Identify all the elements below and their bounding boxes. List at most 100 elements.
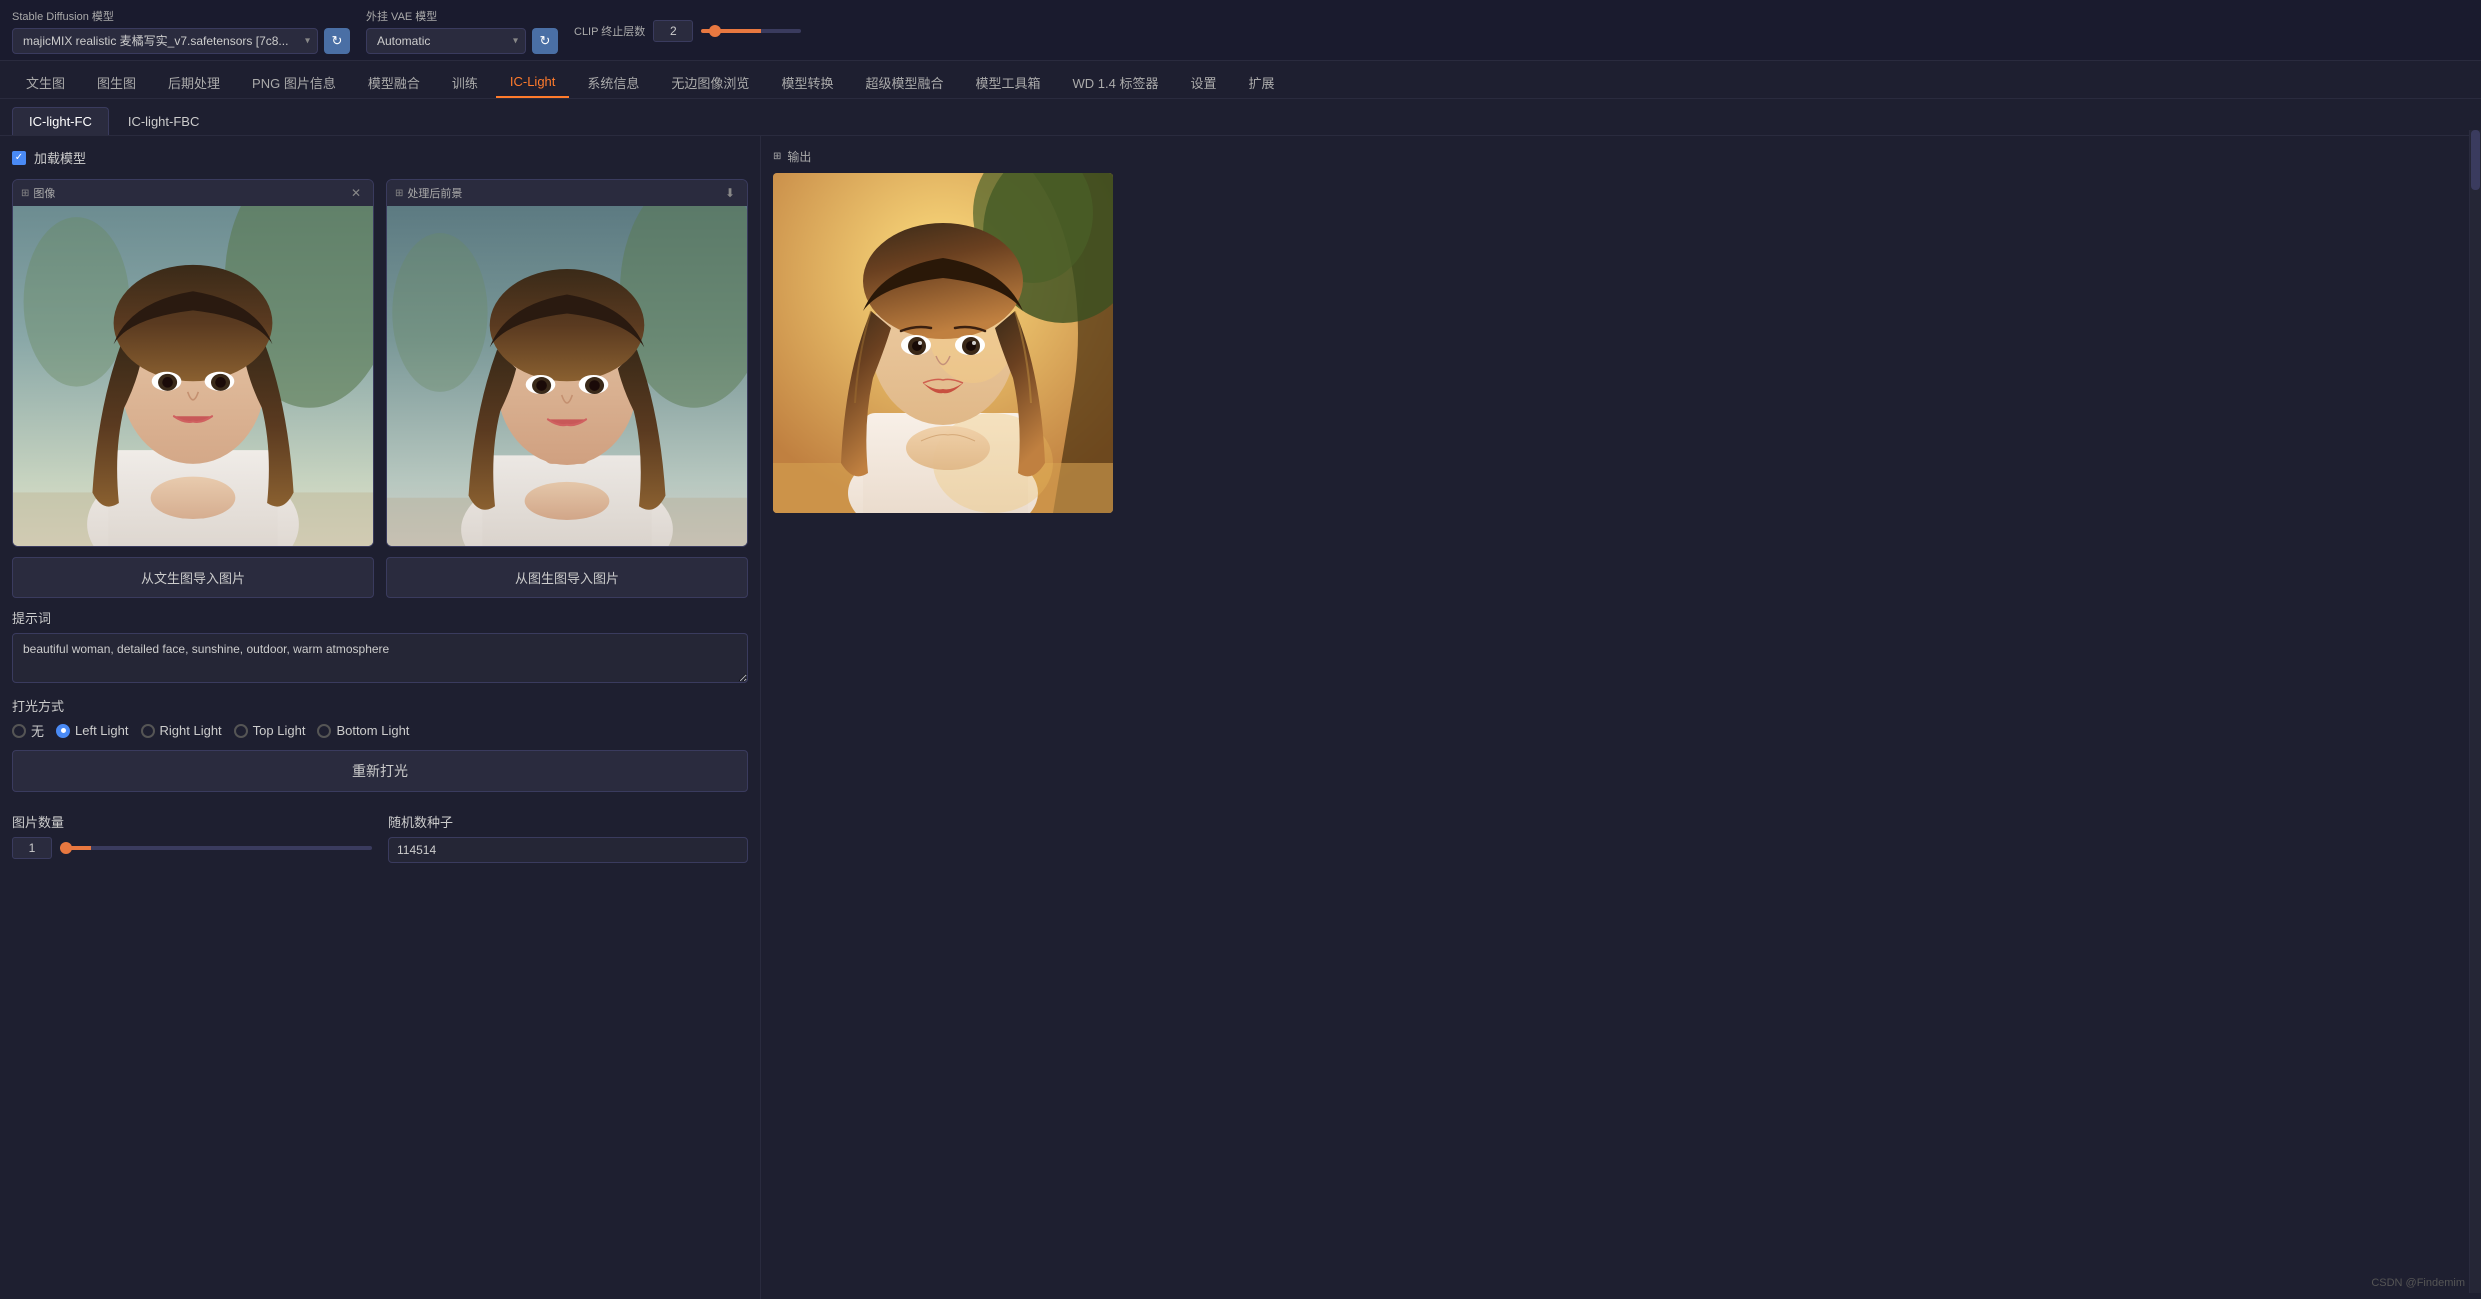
radio-label-bottom: Bottom Light [336, 723, 409, 738]
sd-refresh-btn[interactable]: ↻ [324, 28, 350, 54]
image-panel-2-header: ⊞ 处理后前景 ⬇ [387, 180, 747, 206]
tab-toolkit[interactable]: 模型工具箱 [961, 67, 1054, 98]
radio-right[interactable]: Right Light [141, 723, 222, 738]
scroll-thumb[interactable] [2471, 130, 2480, 190]
right-panel: ⊞ 输出 [760, 136, 2481, 1299]
radio-circle-none [12, 724, 26, 738]
tab-train[interactable]: 训练 [438, 67, 492, 98]
tab-extras[interactable]: 后期处理 [154, 67, 234, 98]
refresh-icon: ↻ [332, 33, 343, 49]
top-bar: Stable Diffusion 模型 majicMIX realistic 麦… [0, 0, 2481, 61]
count-value-input[interactable] [12, 837, 52, 859]
tab-settings[interactable]: 设置 [1176, 67, 1230, 98]
tab-merge[interactable]: 模型融合 [354, 67, 434, 98]
sd-model-label: Stable Diffusion 模型 [12, 8, 350, 24]
load-model-row: ✓ 加载模型 [12, 148, 748, 167]
subtab-fc[interactable]: IC-light-FC [12, 107, 109, 135]
tab-extensions[interactable]: 扩展 [1234, 67, 1288, 98]
clip-slider[interactable] [701, 29, 801, 33]
lighting-row: 无 Left Light Right Light Top Light Botto… [12, 721, 748, 740]
radio-circle-right [141, 724, 155, 738]
vae-model-select[interactable]: Automatic [366, 28, 526, 54]
panel1-resize-icon: ⊞ [21, 188, 29, 199]
radio-label-left: Left Light [75, 723, 129, 738]
image-area-2[interactable] [387, 206, 747, 546]
panel1-label: 图像 [33, 185, 55, 201]
tab-iclight[interactable]: IC-Light [496, 67, 570, 98]
radio-label-none: 无 [31, 721, 44, 740]
clip-section: CLIP 终止层数 [574, 20, 801, 42]
portrait-2 [387, 206, 747, 546]
watermark: CSDN @Findemim [2371, 1277, 2465, 1289]
prompt-label: 提示词 [12, 608, 748, 627]
sd-model-select[interactable]: majicMIX realistic 麦橘写实_v7.safetensors [… [12, 28, 318, 54]
radio-label-right: Right Light [160, 723, 222, 738]
radio-label-top: Top Light [253, 723, 306, 738]
vae-model-section: 外挂 VAE 模型 Automatic ↻ [366, 8, 558, 54]
prompt-textarea[interactable] [12, 633, 748, 683]
image-area-1[interactable] [13, 206, 373, 546]
radio-circle-left [56, 724, 70, 738]
image-panel-1-header: ⊞ 图像 ✕ [13, 180, 373, 206]
count-seed-row: 图片数量 随机数种子 [12, 802, 748, 863]
radio-left[interactable]: Left Light [56, 723, 129, 738]
panel1-header-left: ⊞ 图像 [21, 185, 55, 201]
tab-supermerge[interactable]: 超级模型融合 [851, 67, 957, 98]
clip-value-input[interactable] [653, 20, 693, 42]
portrait-svg-2 [387, 206, 747, 546]
image-panel-2: ⊞ 处理后前景 ⬇ [386, 179, 748, 547]
vae-model-row: Automatic ↻ [366, 28, 558, 54]
sd-model-select-wrapper: majicMIX realistic 麦橘写实_v7.safetensors [… [12, 28, 318, 54]
seed-input[interactable] [388, 837, 748, 863]
radio-circle-bottom [317, 724, 331, 738]
sd-model-section: Stable Diffusion 模型 majicMIX realistic 麦… [12, 8, 350, 54]
woman-image-1 [13, 206, 373, 546]
image-panel-1: ⊞ 图像 ✕ [12, 179, 374, 547]
seed-section: 随机数种子 [388, 802, 748, 863]
import-from-img2img-btn[interactable]: 从图生图导入图片 [386, 557, 748, 598]
scroll-track[interactable] [2469, 130, 2481, 1293]
import-from-txt2img-btn[interactable]: 从文生图导入图片 [12, 557, 374, 598]
tab-txt2img[interactable]: 文生图 [12, 67, 79, 98]
count-label: 图片数量 [12, 812, 372, 831]
relight-btn[interactable]: 重新打光 [12, 750, 748, 792]
radio-bottom[interactable]: Bottom Light [317, 723, 409, 738]
panel2-download-btn[interactable]: ⬇ [721, 184, 739, 202]
tab-pnginfo[interactable]: PNG 图片信息 [238, 67, 350, 98]
panel2-label: 处理后前景 [407, 185, 462, 201]
count-slider-row [12, 837, 372, 859]
tab-sysinfo[interactable]: 系统信息 [573, 67, 653, 98]
output-icon: ⊞ [773, 151, 781, 162]
left-panel: ✓ 加载模型 ⊞ 图像 ✕ [0, 136, 760, 1299]
tab-img2img[interactable]: 图生图 [83, 67, 150, 98]
lighting-label: 打光方式 [12, 696, 748, 715]
load-model-checkbox[interactable]: ✓ [12, 151, 26, 165]
output-image-container [773, 173, 1113, 513]
radio-none[interactable]: 无 [12, 721, 44, 740]
subtab-fbc[interactable]: IC-light-FBC [111, 107, 217, 135]
nav-tabs: 文生图 图生图 后期处理 PNG 图片信息 模型融合 训练 IC-Light 系… [0, 61, 2481, 99]
tab-browser[interactable]: 无边图像浏览 [657, 67, 763, 98]
panel1-close-btn[interactable]: ✕ [347, 184, 365, 202]
tab-convert[interactable]: 模型转换 [767, 67, 847, 98]
radio-circle-top [234, 724, 248, 738]
output-label: 输出 [787, 148, 811, 165]
portrait-svg-1 [13, 206, 373, 546]
tab-wd14[interactable]: WD 1.4 标签器 [1058, 67, 1172, 98]
count-slider[interactable] [60, 846, 372, 850]
sd-model-row: majicMIX realistic 麦橘写实_v7.safetensors [… [12, 28, 350, 54]
output-image [773, 173, 1113, 513]
vae-refresh-btn[interactable]: ↻ [532, 28, 558, 54]
panel2-resize-icon: ⊞ [395, 188, 403, 199]
woman-image-2 [387, 206, 747, 546]
refresh-icon-2: ↻ [540, 33, 551, 49]
main-content: ✓ 加载模型 ⊞ 图像 ✕ [0, 136, 2481, 1299]
portrait-1 [13, 206, 373, 546]
sub-tabs: IC-light-FC IC-light-FBC [0, 99, 2481, 136]
clip-label: CLIP 终止层数 [574, 23, 645, 39]
count-section: 图片数量 [12, 802, 372, 859]
image-row: ⊞ 图像 ✕ [12, 179, 748, 547]
panel2-header-left: ⊞ 处理后前景 [395, 185, 462, 201]
seed-label: 随机数种子 [388, 812, 748, 831]
radio-top[interactable]: Top Light [234, 723, 306, 738]
